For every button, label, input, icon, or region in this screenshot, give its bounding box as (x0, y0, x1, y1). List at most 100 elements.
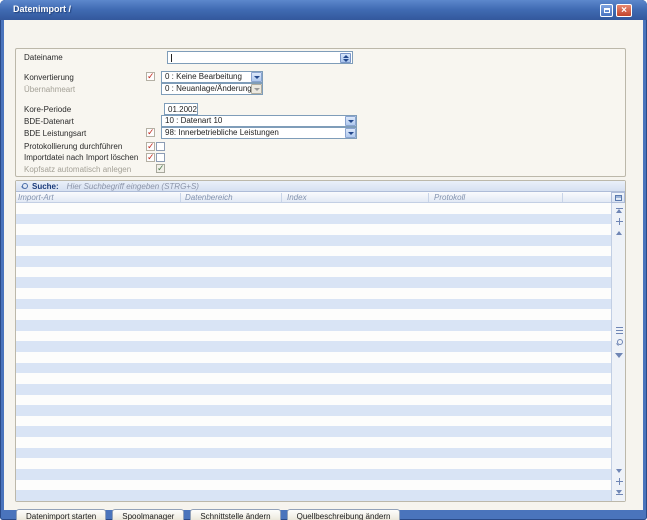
table-row[interactable] (16, 405, 611, 416)
table-row[interactable] (16, 341, 611, 352)
filter-icon[interactable] (612, 351, 626, 360)
chevron-down-icon[interactable] (345, 128, 356, 138)
quellbeschreibung-aendern-button[interactable]: Quellbeschreibung ändern (287, 509, 401, 520)
table-row[interactable] (16, 246, 611, 257)
table-row[interactable] (16, 214, 611, 225)
datenimport-window: Datenimport / Dateiname Konvertierung 0 … (0, 0, 647, 520)
table-row[interactable] (16, 480, 611, 491)
column-list-icon[interactable] (612, 326, 626, 335)
chevron-down-icon[interactable] (345, 116, 356, 126)
text-caret (171, 54, 172, 62)
search-records-icon[interactable] (612, 338, 626, 347)
table-row[interactable] (16, 469, 611, 480)
record-nav-icon[interactable] (612, 217, 626, 226)
bde-datenart-dropdown[interactable]: 10 : Datenart 10 (161, 115, 357, 127)
field-label-dateiname: Dateiname (24, 53, 63, 62)
table-row[interactable] (16, 437, 611, 448)
close-button[interactable] (616, 4, 632, 17)
konvertierung-dropdown[interactable]: 0 : Keine Bearbeitung (161, 71, 263, 83)
chevron-down-icon[interactable] (251, 72, 262, 82)
table-row[interactable] (16, 395, 611, 406)
column-separator (281, 193, 282, 202)
field-label-bde-leistungsart: BDE Leistungsart (24, 129, 86, 138)
table-row[interactable] (16, 416, 611, 427)
table-row[interactable] (16, 448, 611, 459)
table-row[interactable] (16, 426, 611, 437)
uebernahmeart-dropdown: 0 : Neuanlage/Änderung (161, 83, 263, 95)
importdatei-checkbox[interactable] (156, 153, 165, 162)
grid-icon (615, 195, 622, 201)
action-button-bar: Datenimport starten Spoolmanager Schnitt… (16, 509, 400, 520)
schnittstelle-aendern-button[interactable]: Schnittstelle ändern (190, 509, 280, 520)
maximize-button[interactable] (600, 4, 613, 17)
field-label-kopfsatz: Kopfsatz automatisch anlegen (24, 165, 131, 174)
search-icon (21, 183, 27, 189)
column-header-protokoll[interactable]: Protokoll (434, 193, 465, 202)
column-header-index[interactable]: Index (287, 193, 307, 202)
field-label-kore-periode: Kore-Periode (24, 105, 71, 114)
dropdown-value: 10 : Datenart 10 (162, 116, 345, 126)
field-label-uebernahmeart: Übernahmeart (24, 85, 75, 94)
table-row[interactable] (16, 458, 611, 469)
table-row[interactable] (16, 309, 611, 320)
record-nav-icon[interactable] (612, 477, 626, 486)
table-row[interactable] (16, 203, 611, 214)
table-row[interactable] (16, 490, 611, 501)
table-row[interactable] (16, 224, 611, 235)
scroll-last-icon[interactable] (612, 488, 626, 497)
file-select-icon[interactable] (340, 53, 351, 63)
table-row[interactable] (16, 299, 611, 310)
down-arrow-icon (343, 59, 349, 62)
search-bar[interactable]: Suche: Hier Suchbegriff eingeben (STRG+S… (16, 181, 625, 192)
search-label: Suche: (32, 182, 59, 191)
column-header-datenbereich[interactable]: Datenbereich (185, 193, 233, 202)
column-separator (428, 193, 429, 202)
table-row[interactable] (16, 384, 611, 395)
up-arrow-icon (343, 55, 349, 58)
modified-field-icon (146, 128, 155, 137)
table-header: Import-Art Datenbereich Index Protokoll (16, 192, 611, 203)
dropdown-value: 0 : Keine Bearbeitung (162, 72, 251, 82)
modified-field-icon (146, 153, 155, 162)
table-settings-button[interactable] (611, 192, 625, 203)
kore-periode-input[interactable]: 01.2002 (164, 103, 198, 115)
table-scrollbar[interactable] (611, 203, 625, 501)
table-row[interactable] (16, 277, 611, 288)
bde-leistungsart-dropdown[interactable]: 98: Innerbetriebliche Leistungen (161, 127, 357, 139)
protokollierung-checkbox[interactable] (156, 142, 165, 151)
scroll-up-icon[interactable] (612, 228, 626, 237)
modified-field-icon (146, 72, 155, 81)
dropdown-value: 0 : Neuanlage/Änderung (162, 84, 251, 94)
kopfsatz-checkbox (156, 164, 165, 173)
table-row[interactable] (16, 235, 611, 246)
spoolmanager-button[interactable]: Spoolmanager (112, 509, 184, 520)
table-row[interactable] (16, 320, 611, 331)
titlebar[interactable]: Datenimport / (0, 0, 647, 20)
field-label-konvertierung: Konvertierung (24, 73, 74, 82)
dateiname-input[interactable] (167, 51, 353, 64)
field-label-importdatei: Importdatei nach Import löschen (24, 153, 138, 162)
column-separator (180, 193, 181, 202)
search-hint: Hier Suchbegriff eingeben (STRG+S) (67, 182, 199, 191)
table-row[interactable] (16, 373, 611, 384)
client-area: Dateiname Konvertierung 0 : Keine Bearbe… (4, 20, 643, 510)
field-label-protokollierung: Protokollierung durchführen (24, 142, 122, 151)
maximize-icon (604, 8, 610, 13)
table-row[interactable] (16, 288, 611, 299)
column-header-import-art[interactable]: Import-Art (18, 193, 54, 202)
dropdown-value: 98: Innerbetriebliche Leistungen (162, 128, 345, 138)
table-row[interactable] (16, 256, 611, 267)
modified-field-icon (146, 142, 155, 151)
table-row[interactable] (16, 363, 611, 374)
scroll-down-icon[interactable] (612, 466, 626, 475)
column-separator (562, 193, 563, 202)
table-row[interactable] (16, 352, 611, 363)
window-title: Datenimport / (13, 4, 71, 14)
table-body (16, 203, 611, 501)
datenimport-starten-button[interactable]: Datenimport starten (16, 509, 106, 520)
table-row[interactable] (16, 331, 611, 342)
chevron-down-icon (251, 84, 262, 94)
scroll-first-icon[interactable] (612, 206, 626, 215)
table-row[interactable] (16, 267, 611, 278)
field-label-bde-datenart: BDE-Datenart (24, 117, 74, 126)
